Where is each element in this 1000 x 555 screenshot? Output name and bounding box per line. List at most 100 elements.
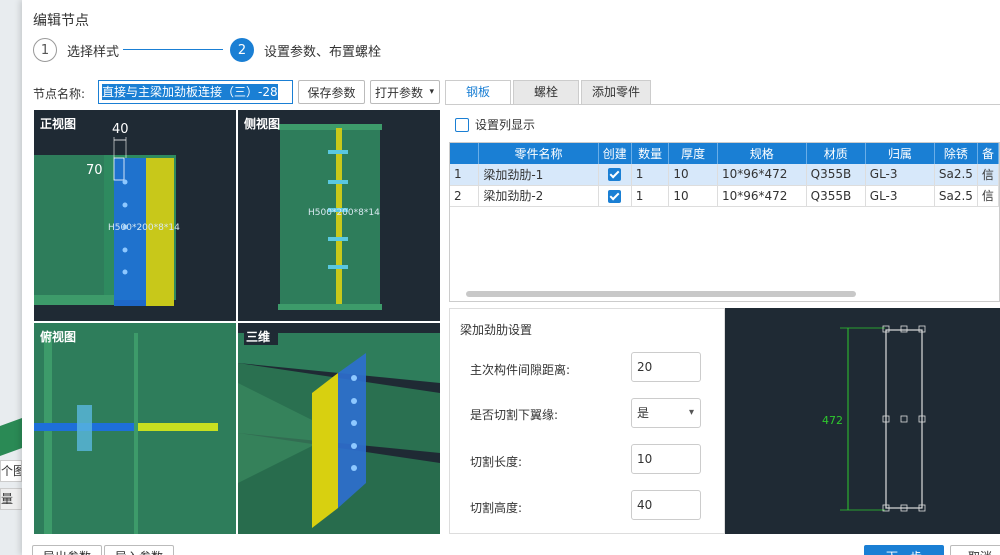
table-cell[interactable]: 信 [977, 185, 999, 207]
dimension-text: 70 [86, 163, 103, 178]
step-label: 设置参数、布置螺栓 [264, 44, 382, 60]
cut-length-input[interactable]: 10 [631, 444, 701, 474]
section-label: H500*200*8*14 [308, 208, 380, 218]
checkbox-checked-icon [608, 168, 622, 182]
step-label: 选择样式 [67, 44, 120, 60]
set-columns-button[interactable]: 设置列显示 [455, 116, 535, 133]
horizontal-scrollbar[interactable] [466, 291, 856, 297]
column-header[interactable]: 数量 [631, 143, 670, 164]
bolt-hole [122, 269, 128, 275]
top-view[interactable]: 俯视图 [34, 323, 236, 534]
cut-flange-label: 是否切割下翼缘: [470, 408, 559, 422]
chevron-down-icon: ▾ [429, 87, 434, 97]
node-name-input[interactable]: 直接与主梁加劲板连接（三）-28 [98, 80, 293, 104]
connecting-plate [138, 423, 218, 431]
import-params-button[interactable]: 导入参数 [104, 545, 175, 555]
export-params-button[interactable]: 导出参数 [32, 545, 103, 555]
open-params-dropdown[interactable]: 打开参数 ▾ [370, 80, 440, 104]
step-number: 1 [33, 38, 57, 62]
beam-flange [278, 124, 382, 130]
table-cell[interactable]: Sa2.5 [934, 185, 978, 207]
table-row[interactable]: 2 梁加劲肋-2 1 10 10*96*472 Q355B GL-3 Sa2.5… [450, 185, 999, 207]
set-columns-label: 设置列显示 [475, 118, 536, 132]
stiffener-preview[interactable]: 472 [725, 308, 1000, 534]
bolt [351, 375, 357, 381]
table-row[interactable]: 1 梁加劲肋-1 1 10 10*96*472 Q355B GL-3 Sa2.5… [450, 164, 999, 186]
beam-flange [278, 304, 382, 310]
cancel-button[interactable]: 取消 [950, 545, 1000, 555]
bolt [351, 398, 357, 404]
table-cell[interactable]: 1 [631, 185, 670, 207]
bolt-hole [122, 202, 128, 208]
plate-outline [885, 329, 923, 509]
column-header[interactable]: 创建 [598, 143, 632, 164]
table-cell[interactable]: 10*96*472 [717, 164, 807, 186]
column-header[interactable]: 备 [977, 143, 999, 164]
table-cell[interactable]: 10*96*472 [717, 185, 807, 207]
bolt [328, 180, 348, 184]
side-view-drawing: H500*200*8*14 [278, 124, 382, 310]
tab-divider [445, 104, 1000, 105]
column-header[interactable]: 厚度 [668, 143, 718, 164]
tab-add-part[interactable]: 添加零件 [581, 80, 652, 104]
background-tab[interactable]: 个图: [0, 460, 22, 482]
table-cell[interactable]: 1 [631, 164, 670, 186]
cut-flange-select[interactable]: 是 [631, 398, 701, 428]
column-header[interactable]: 材质 [806, 143, 866, 164]
gap-label: 主次构件间隙距离: [470, 363, 571, 377]
side-view[interactable]: 侧视图 H500*200*8*14 [238, 110, 440, 321]
front-view[interactable]: 正视图 40 70 H500*200*8*14 [34, 110, 236, 321]
column-header[interactable]: 零件名称 [478, 143, 599, 164]
view-grid: 正视图 40 70 H500*200*8*14 侧视图 H500*200*8*1… [34, 110, 441, 536]
dimension-text: 472 [822, 414, 843, 427]
step-number: 2 [230, 38, 254, 62]
bolt-hole [122, 247, 128, 253]
dialog-title: 编辑节点 [33, 13, 89, 29]
three-d-drawing [238, 333, 440, 534]
bolt-hole [122, 179, 128, 185]
table-cell[interactable]: GL-3 [865, 185, 935, 207]
dimension-text: 40 [112, 122, 129, 137]
bolt [328, 237, 348, 241]
column-header[interactable]: 除锈 [934, 143, 978, 164]
front-view-drawing: 40 70 H500*200*8*14 [34, 122, 180, 306]
step-connector [123, 49, 223, 50]
step-1[interactable]: 1 选择样式 [33, 38, 119, 62]
gap-input[interactable]: 20 [631, 352, 701, 382]
table-cell[interactable]: GL-3 [865, 164, 935, 186]
flange-line [44, 333, 52, 534]
column-header[interactable] [450, 143, 480, 164]
create-checkbox[interactable] [598, 185, 632, 207]
three-d-view[interactable]: 三维 [238, 323, 440, 534]
step-2[interactable]: 2 设置参数、布置螺栓 [230, 38, 381, 62]
open-params-label: 打开参数 [375, 85, 424, 100]
view-label: 三维 [244, 328, 279, 345]
bolt [328, 150, 348, 154]
bolt [328, 265, 348, 269]
table-cell[interactable]: 梁加劲肋-2 [478, 185, 599, 207]
beam-flange [34, 295, 114, 305]
table-cell[interactable]: Sa2.5 [934, 164, 978, 186]
tab-bar: 钢板 螺栓 添加零件 [445, 80, 653, 105]
table-cell[interactable]: 梁加劲肋-1 [478, 164, 599, 186]
grip-point [900, 415, 908, 423]
column-header[interactable]: 归属 [865, 143, 935, 164]
table-cell[interactable]: 10 [668, 164, 718, 186]
table-cell[interactable]: Q355B [806, 185, 866, 207]
table-cell[interactable]: Q355B [806, 164, 866, 186]
table-cell[interactable]: 10 [668, 185, 718, 207]
table-cell[interactable]: 信 [977, 164, 999, 186]
background-tab[interactable]: 量 [0, 488, 22, 510]
bolt [351, 465, 357, 471]
tab-bolt[interactable]: 螺栓 [513, 80, 580, 104]
parts-table: 零件名称 创建 数量 厚度 规格 材质 归属 除锈 备 1 梁加劲肋-1 1 1… [449, 142, 1000, 302]
tab-steel-plate[interactable]: 钢板 [445, 80, 512, 105]
next-button[interactable]: 下一步 [864, 545, 944, 555]
save-params-button[interactable]: 保存参数 [298, 80, 365, 104]
column-header[interactable]: 规格 [717, 143, 807, 164]
view-label: 俯视图 [40, 330, 77, 344]
preview-drawing: 472 [822, 325, 926, 512]
create-checkbox[interactable] [598, 164, 632, 186]
cut-height-input[interactable]: 40 [631, 490, 701, 520]
grip-point [900, 325, 908, 333]
